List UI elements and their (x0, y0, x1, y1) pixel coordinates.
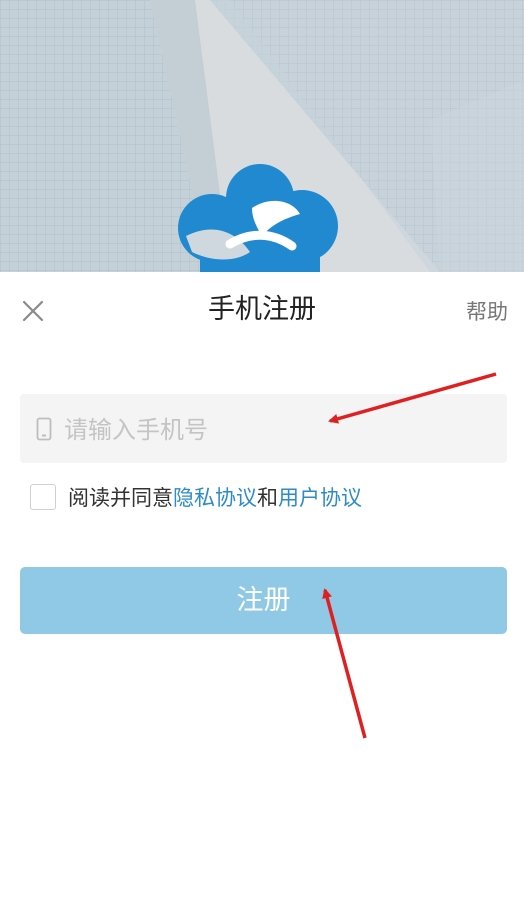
privacy-link[interactable]: 隐私协议 (173, 482, 257, 512)
agreement-prefix: 阅读并同意 (68, 486, 173, 510)
register-panel: 手机注册 帮助 阅读并同意 隐私协议 和 用户协议 注册 (0, 272, 524, 900)
phone-input[interactable] (62, 394, 496, 465)
agreement-row: 阅读并同意 隐私协议 和 用户协议 (30, 481, 362, 513)
register-button[interactable]: 注册 (20, 567, 507, 634)
header-banner (0, 0, 524, 272)
agree-checkbox[interactable] (30, 484, 56, 510)
terms-link[interactable]: 用户协议 (278, 482, 362, 512)
page-title: 手机注册 (208, 294, 316, 325)
agreement-conjunction: 和 (257, 486, 278, 510)
phone-icon (36, 417, 52, 441)
phone-field (20, 394, 507, 465)
help-link[interactable]: 帮助 (466, 296, 508, 328)
building-background (0, 0, 524, 272)
